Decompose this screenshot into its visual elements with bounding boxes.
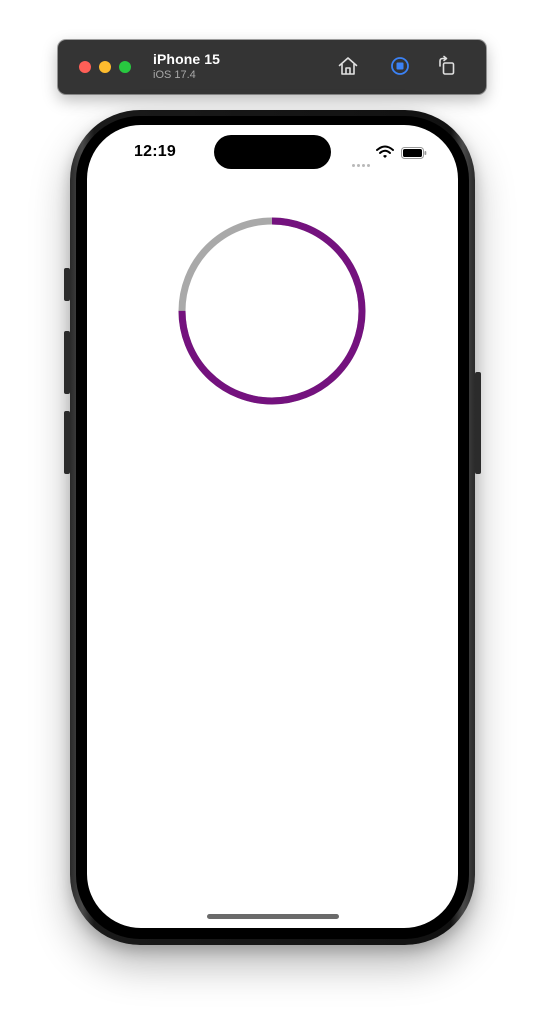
home-indicator[interactable]: [207, 914, 339, 919]
rotate-icon: [439, 55, 455, 75]
progress-ring-graphic: [178, 217, 366, 405]
os-version: iOS 17.4: [153, 69, 196, 81]
device-screen[interactable]: 12:19: [87, 125, 458, 928]
side-button[interactable]: [475, 372, 481, 474]
wifi-icon: [376, 145, 394, 158]
cellular-icon: [352, 154, 372, 172]
home-icon: [338, 57, 358, 75]
simulator-toolbar: iPhone 15 iOS 17.4: [58, 40, 486, 94]
zoom-window-button[interactable]: [119, 61, 131, 73]
progress-ring: [178, 217, 366, 405]
record-button[interactable]: [388, 54, 412, 78]
home-button[interactable]: [336, 54, 360, 78]
battery-icon: [401, 147, 427, 159]
record-icon: [391, 57, 409, 75]
minimize-window-button[interactable]: [99, 61, 111, 73]
status-time: 12:19: [134, 143, 176, 160]
status-icons: [352, 145, 427, 167]
close-window-button[interactable]: [79, 61, 91, 73]
simulator-window: iPhone 15 iOS 17.4 12:19: [0, 0, 544, 1024]
device-name: iPhone 15: [153, 51, 221, 67]
rotate-button[interactable]: [435, 54, 459, 78]
dynamic-island: [214, 135, 331, 169]
